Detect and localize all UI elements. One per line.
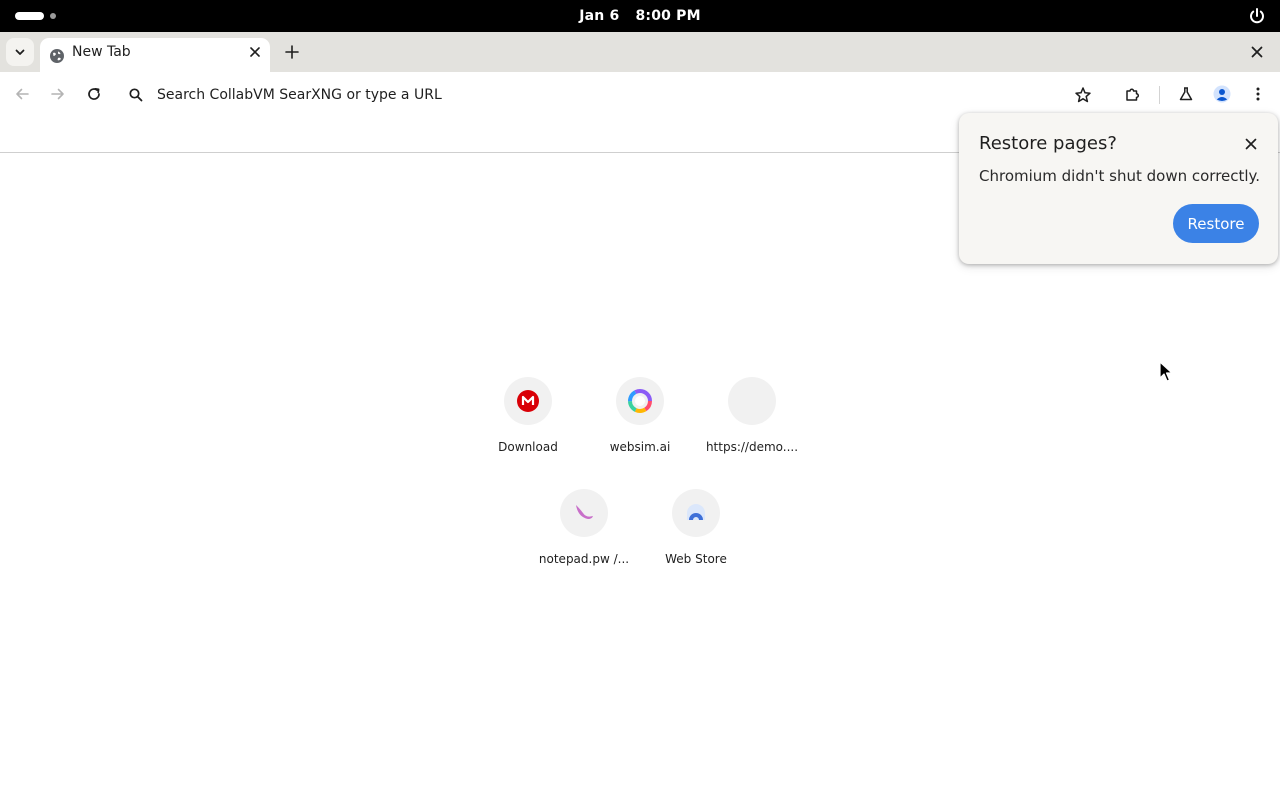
power-icon[interactable] bbox=[1248, 7, 1266, 25]
shortcut-label: notepad.pw /... bbox=[538, 552, 630, 566]
chevron-down-icon bbox=[15, 49, 25, 55]
shortcut-label: https://demo.... bbox=[705, 440, 799, 454]
shortcut-icon-tile bbox=[560, 489, 608, 537]
window-close-icon[interactable] bbox=[1250, 45, 1264, 59]
shortcut-label: websim.ai bbox=[609, 440, 671, 454]
reload-button[interactable] bbox=[84, 84, 104, 104]
clock-time: 8:00 PM bbox=[635, 8, 701, 24]
shortcut-icon-tile bbox=[504, 377, 552, 425]
labs-flask-icon bbox=[1179, 87, 1193, 101]
mega-icon bbox=[517, 390, 539, 412]
extensions-button[interactable] bbox=[1123, 84, 1143, 104]
shortcut-demo-site[interactable]: https://demo.... bbox=[696, 377, 808, 477]
tab-title: New Tab bbox=[72, 44, 131, 60]
shortcut-notepad[interactable]: notepad.pw /... bbox=[528, 489, 640, 589]
star-icon[interactable] bbox=[1074, 86, 1092, 104]
shortcut-label: Download bbox=[498, 440, 558, 454]
shortcut-label: Web Store bbox=[665, 552, 727, 566]
notepad-icon bbox=[576, 505, 593, 519]
blank-site-icon bbox=[728, 377, 776, 425]
web-store-icon bbox=[687, 504, 705, 520]
forward-button[interactable] bbox=[48, 84, 68, 104]
profile-icon bbox=[1213, 85, 1231, 103]
tab-search-button[interactable] bbox=[6, 38, 34, 66]
system-top-bar: Jan 6 8:00 PM bbox=[0, 0, 1280, 32]
shortcut-icon-tile bbox=[672, 489, 720, 537]
globe-icon bbox=[50, 49, 64, 63]
clock-date: Jan 6 bbox=[579, 8, 620, 24]
reload-icon bbox=[88, 87, 100, 100]
extensions-icon bbox=[1126, 88, 1140, 101]
shortcut-web-store[interactable]: Web Store bbox=[640, 489, 752, 589]
dialog-title: Restore pages? bbox=[979, 133, 1117, 154]
shortcut-websim[interactable]: websim.ai bbox=[584, 377, 696, 477]
close-icon[interactable] bbox=[248, 45, 262, 59]
dialog-message: Chromium didn't shut down correctly. bbox=[979, 167, 1261, 185]
shortcut-icon-tile bbox=[616, 377, 664, 425]
tab-strip: New Tab bbox=[0, 32, 1280, 72]
address-bar[interactable]: Search CollabVM SearXNG or type a URL bbox=[120, 78, 1110, 112]
tab-new-tab[interactable]: New Tab bbox=[40, 38, 270, 72]
back-arrow-icon bbox=[16, 88, 29, 100]
forward-arrow-icon bbox=[51, 88, 64, 100]
workspace-active-pill bbox=[15, 12, 44, 20]
search-icon bbox=[129, 88, 143, 102]
new-tab-plus-icon[interactable] bbox=[283, 43, 301, 61]
close-icon[interactable] bbox=[1244, 137, 1258, 151]
activities-indicator[interactable] bbox=[15, 11, 61, 21]
toolbar-separator bbox=[1159, 86, 1160, 104]
shortcut-download[interactable]: Download bbox=[472, 377, 584, 477]
restore-button[interactable]: Restore bbox=[1173, 204, 1259, 243]
back-button[interactable] bbox=[12, 84, 32, 104]
menu-button[interactable] bbox=[1248, 84, 1268, 104]
mouse-pointer-icon bbox=[1159, 361, 1173, 382]
labs-button[interactable] bbox=[1176, 84, 1196, 104]
workspace-dot bbox=[50, 13, 56, 19]
restore-pages-dialog: Restore pages? Chromium didn't shut down… bbox=[959, 113, 1278, 264]
clock[interactable]: Jan 6 8:00 PM bbox=[540, 0, 740, 32]
websim-icon bbox=[628, 389, 652, 413]
profile-button[interactable] bbox=[1212, 84, 1232, 104]
kebab-menu-icon bbox=[1256, 87, 1260, 101]
browser-toolbar: Search CollabVM SearXNG or type a URL bbox=[0, 72, 1280, 116]
address-bar-placeholder: Search CollabVM SearXNG or type a URL bbox=[157, 87, 442, 103]
